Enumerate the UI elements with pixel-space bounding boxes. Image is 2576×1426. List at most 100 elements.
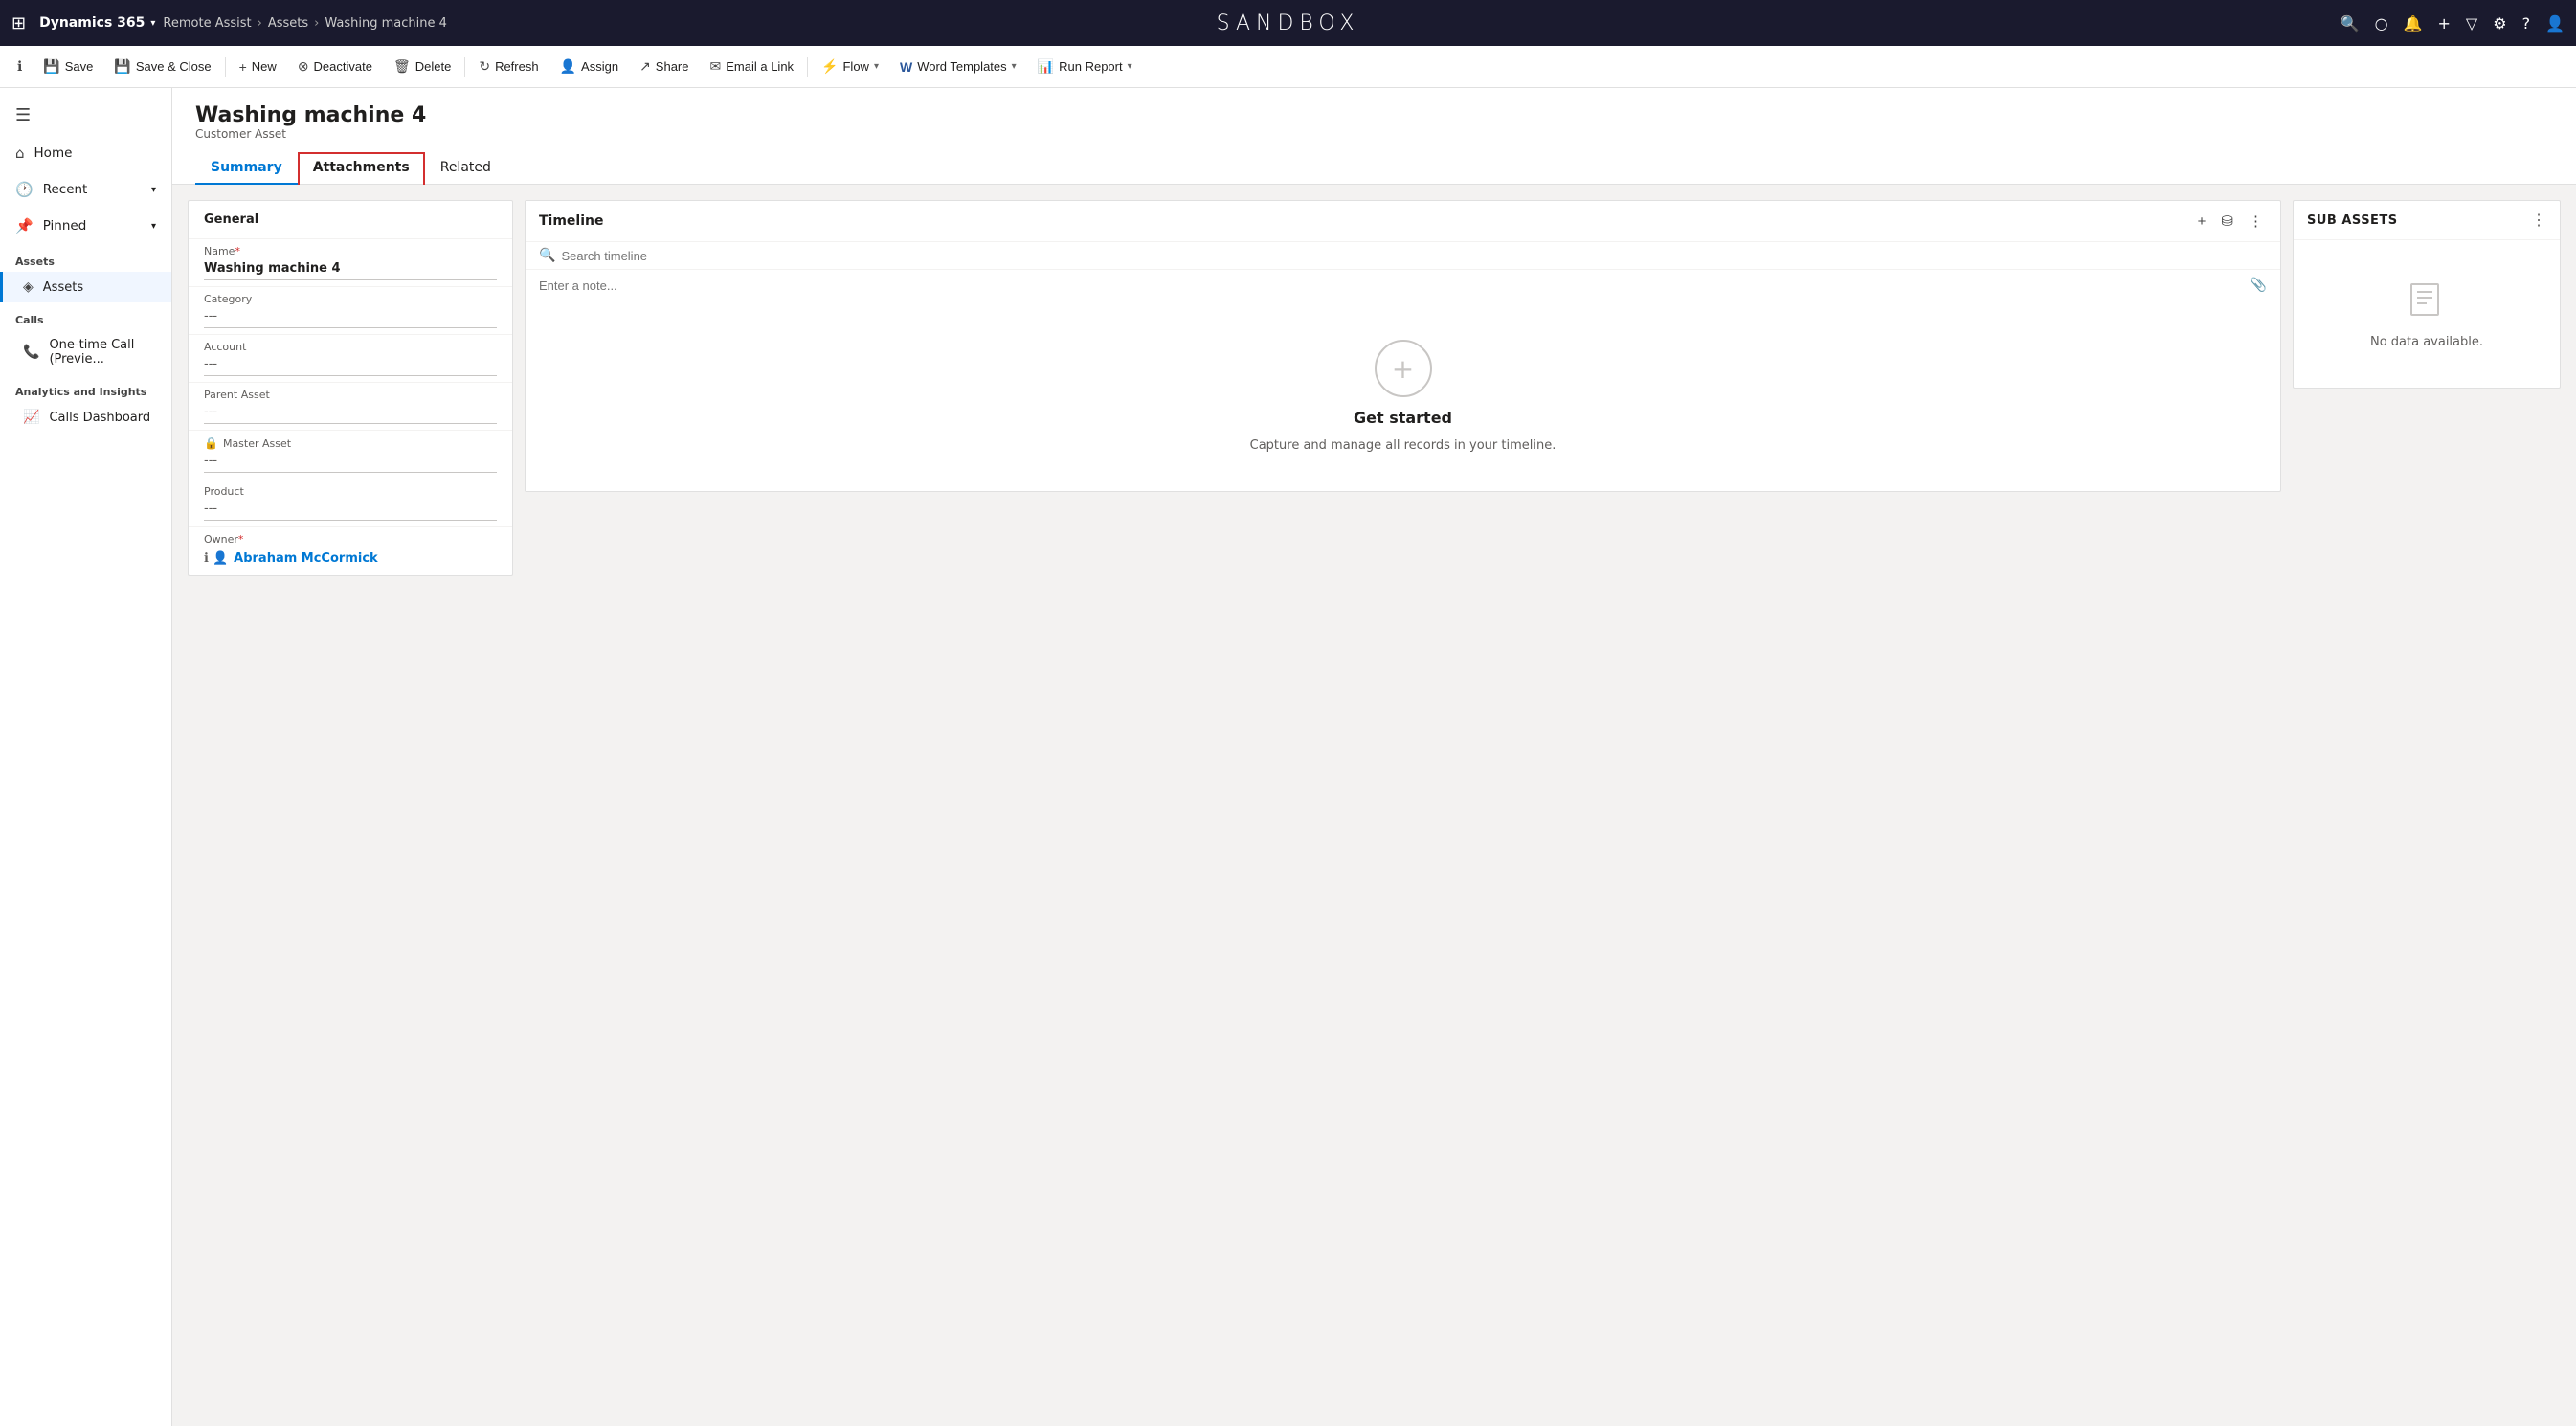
word-templates-button[interactable]: W Word Templates ▾ (890, 54, 1026, 80)
timeline-search-input[interactable] (561, 249, 2267, 263)
tab-attachments[interactable]: Attachments (298, 152, 425, 185)
owner-info-icon: ℹ (204, 551, 209, 566)
settings-icon[interactable]: ⚙ (2493, 14, 2506, 33)
sidebar-item-assets[interactable]: ◈ Assets (0, 272, 171, 302)
delete-icon: 🗑 (393, 58, 411, 75)
timeline-note-input[interactable] (539, 279, 2251, 293)
run-report-chevron-icon: ▾ (1128, 61, 1132, 72)
sidebar-item-home[interactable]: ⌂ Home (0, 135, 171, 171)
subassets-title: SUB ASSETS (2307, 213, 2531, 228)
tab-summary[interactable]: Summary (195, 152, 298, 185)
share-label: Share (656, 59, 689, 74)
name-value[interactable]: Washing machine 4 (204, 259, 497, 280)
dashboard-icon: 📈 (23, 410, 39, 425)
help-icon[interactable]: ? (2522, 14, 2531, 33)
recent-chevron-icon: ▾ (151, 185, 156, 195)
owner-icons: ℹ 👤 (204, 551, 228, 566)
parent-asset-field: Parent Asset --- (189, 383, 512, 431)
home-label: Home (34, 145, 73, 161)
owner-field: Owner* ℹ 👤 Abraham McCormick (189, 527, 512, 575)
top-nav: ⊞ Dynamics 365 ▾ Remote Assist › Assets … (0, 0, 2576, 46)
delete-button[interactable]: 🗑 Delete (384, 53, 460, 80)
save-button[interactable]: 💾 Save (34, 53, 102, 80)
circle-icon[interactable]: ○ (2375, 14, 2388, 33)
breadcrumb-assets[interactable]: Assets (268, 16, 308, 31)
pinned-chevron-icon: ▾ (151, 221, 156, 232)
sidebar: ☰ ⌂ Home 🕐 Recent ▾ 📌 Pinned ▾ Assets ◈ … (0, 88, 172, 1426)
bell-icon[interactable]: 🔔 (2404, 14, 2423, 33)
app-layout: ☰ ⌂ Home 🕐 Recent ▾ 📌 Pinned ▾ Assets ◈ … (0, 88, 2576, 1426)
sep3 (807, 57, 808, 77)
new-button[interactable]: + New (230, 54, 286, 80)
flow-button[interactable]: ⚡ Flow ▾ (812, 53, 888, 80)
product-label: Product (204, 485, 497, 498)
timeline-icons: + ⛁ ⋮ (2194, 211, 2267, 232)
owner-label: Owner* (204, 533, 497, 546)
content-area: General Name* Washing machine 4 Category… (172, 185, 2576, 591)
sidebar-item-recent[interactable]: 🕐 Recent ▾ (0, 171, 171, 208)
info-icon: ℹ (17, 58, 22, 75)
assets-icon: ◈ (23, 279, 34, 295)
refresh-button[interactable]: ↻ Refresh (469, 53, 548, 80)
subassets-card: SUB ASSETS ⋮ No data available. (2293, 200, 2561, 389)
sep2 (464, 57, 465, 77)
timeline-empty-circle: + (1375, 340, 1432, 397)
add-icon[interactable]: + (2438, 14, 2451, 33)
email-link-button[interactable]: ✉ Email a Link (701, 53, 804, 80)
sep1 (225, 57, 226, 77)
save-close-button[interactable]: 💾 Save & Close (104, 53, 220, 80)
timeline-search: 🔍 (526, 242, 2280, 270)
sidebar-item-calls-dashboard[interactable]: 📈 Calls Dashboard (0, 402, 171, 433)
refresh-icon: ↻ (479, 58, 490, 75)
master-asset-field: 🔒 Master Asset --- (189, 431, 512, 479)
sidebar-item-pinned[interactable]: 📌 Pinned ▾ (0, 208, 171, 244)
timeline-more-button[interactable]: ⋮ (2245, 211, 2267, 232)
timeline-title: Timeline (539, 213, 2186, 229)
search-icon[interactable]: 🔍 (2341, 14, 2360, 33)
info-button[interactable]: ℹ (8, 53, 32, 80)
account-label: Account (204, 341, 497, 353)
category-value[interactable]: --- (204, 307, 497, 328)
parent-asset-label: Parent Asset (204, 389, 497, 401)
general-card-title: General (189, 201, 512, 239)
run-report-icon: 📊 (1038, 58, 1054, 75)
name-label: Name* (204, 245, 497, 257)
account-field: Account --- (189, 335, 512, 383)
master-asset-value[interactable]: --- (204, 452, 497, 473)
app-name[interactable]: Dynamics 365 ▾ (39, 15, 155, 31)
account-value[interactable]: --- (204, 355, 497, 376)
filter-icon[interactable]: ▽ (2466, 14, 2477, 33)
calls-section-label: Calls (0, 302, 171, 330)
name-required: * (235, 245, 240, 257)
flow-chevron-icon: ▾ (874, 61, 879, 72)
subassets-empty: No data available. (2294, 240, 2560, 388)
parent-asset-value[interactable]: --- (204, 403, 497, 424)
run-report-button[interactable]: 📊 Run Report ▾ (1028, 53, 1142, 80)
command-bar: ℹ 💾 Save 💾 Save & Close + New ⊗ Deactiva… (0, 46, 2576, 88)
deactivate-button[interactable]: ⊗ Deactivate (288, 53, 382, 80)
recent-label: Recent (43, 182, 88, 197)
timeline-note: 📎 (526, 270, 2280, 301)
timeline-header: Timeline + ⛁ ⋮ (526, 201, 2280, 242)
subassets-more-button[interactable]: ⋮ (2531, 211, 2546, 230)
run-report-label: Run Report (1059, 59, 1122, 74)
pinned-label: Pinned (43, 218, 87, 234)
breadcrumb-section[interactable]: Remote Assist (163, 16, 251, 31)
new-label: New (252, 59, 277, 74)
assets-section-label: Assets (0, 244, 171, 272)
owner-name[interactable]: Abraham McCormick (234, 551, 378, 566)
product-value[interactable]: --- (204, 500, 497, 521)
share-button[interactable]: ↗ Share (630, 53, 698, 80)
timeline-search-icon: 🔍 (539, 248, 555, 263)
user-icon[interactable]: 👤 (2545, 14, 2565, 33)
sidebar-toggle[interactable]: ☰ (0, 96, 171, 135)
tab-related[interactable]: Related (425, 152, 506, 185)
timeline-card: Timeline + ⛁ ⋮ 🔍 📎 + Get (525, 200, 2281, 492)
timeline-filter-button[interactable]: ⛁ (2217, 211, 2237, 232)
assign-button[interactable]: 👤 Assign (550, 53, 628, 80)
home-icon: ⌂ (15, 145, 25, 162)
breadcrumb-current: Washing machine 4 (325, 16, 447, 31)
sidebar-item-one-time-call[interactable]: 📞 One-time Call (Previe... (0, 330, 171, 374)
waffle-icon[interactable]: ⊞ (11, 13, 26, 33)
timeline-add-button[interactable]: + (2194, 212, 2210, 232)
